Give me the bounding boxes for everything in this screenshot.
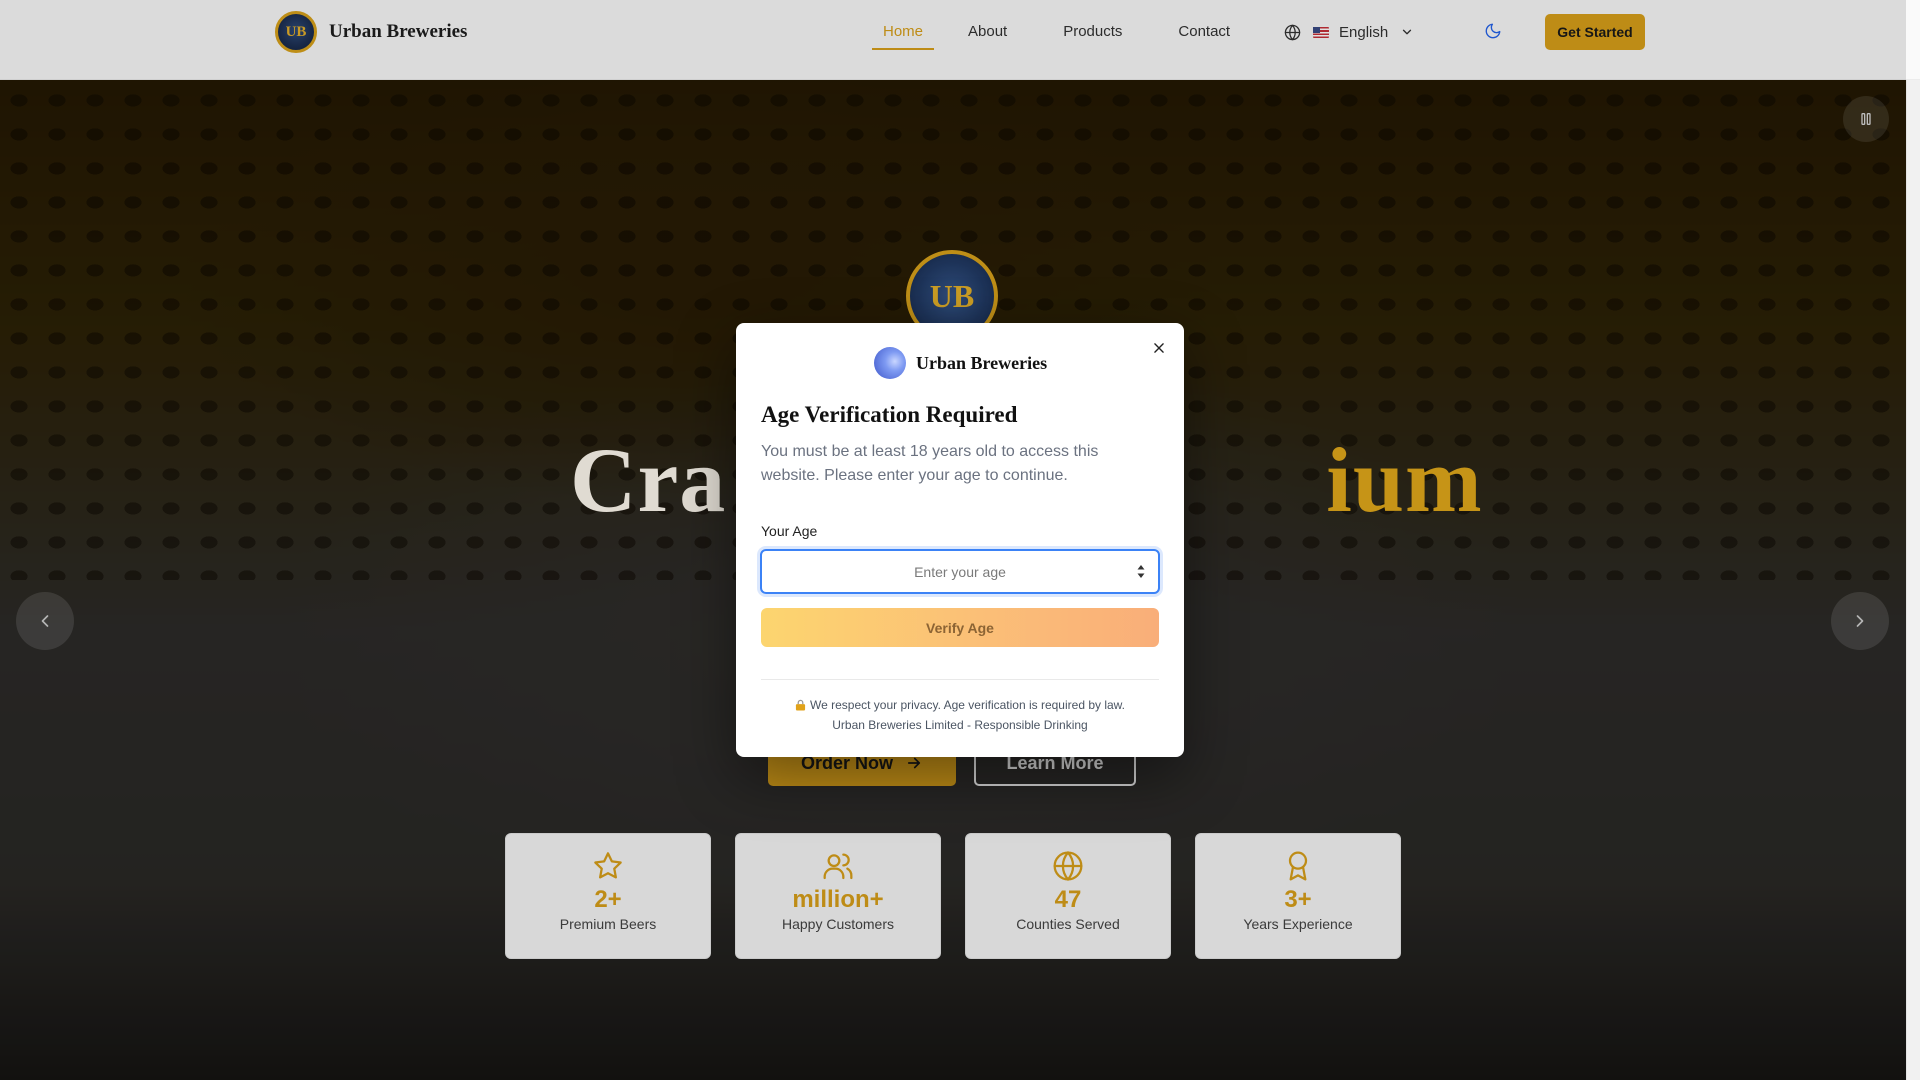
modal-divider bbox=[761, 679, 1159, 680]
modal-description: You must be at least 18 years old to acc… bbox=[761, 443, 1099, 484]
modal-header: Urban Breweries bbox=[874, 347, 1047, 379]
number-stepper-icon[interactable] bbox=[1136, 564, 1146, 579]
modal-logo bbox=[874, 347, 906, 379]
modal-footer-note: Urban Breweries Limited - Responsible Dr… bbox=[832, 718, 1088, 732]
privacy-text: We respect your privacy. Age verificatio… bbox=[809, 698, 1126, 712]
page-scrollbar[interactable] bbox=[1906, 80, 1920, 1080]
modal-title: Age Verification Required bbox=[761, 402, 1018, 427]
age-input[interactable] bbox=[760, 549, 1160, 594]
privacy-note: We respect your privacy. Age verificatio… bbox=[761, 698, 1159, 712]
age-input-wrapper bbox=[760, 549, 1160, 594]
age-verification-modal bbox=[736, 323, 1184, 757]
verify-age-button[interactable]: Verify Age bbox=[761, 608, 1159, 647]
close-icon bbox=[1154, 343, 1164, 353]
lock-icon bbox=[795, 699, 806, 711]
age-field-label: Your Age bbox=[761, 523, 818, 539]
modal-brand-name: Urban Breweries bbox=[916, 352, 1048, 373]
modal-close-button[interactable] bbox=[1148, 337, 1170, 359]
